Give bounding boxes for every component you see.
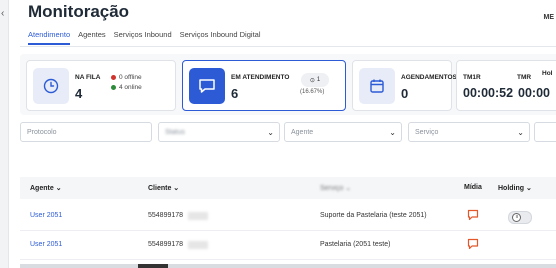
table-row[interactable]: User 2051 554899178 Pastelaria (2051 tes… (20, 231, 556, 260)
service-select[interactable]: Serviço ⌄ (408, 122, 530, 142)
media-column-header[interactable]: Mídia (464, 184, 482, 191)
in-service-value: 6 (231, 86, 239, 101)
filter-bar: Protocolo Status ⌄ Agente ⌄ Serviço ⌄ (20, 122, 556, 144)
service-name: Pastelaria (2051 teste) (320, 241, 391, 248)
table-header: Agente ⌄ Cliente ⌄ Serviço ⌄ Mídia Holdi… (20, 177, 556, 199)
agent-column-header[interactable]: Agente ⌄ (30, 184, 62, 192)
service-column-header[interactable]: Serviço ⌄ (320, 184, 351, 192)
clock-icon (33, 68, 69, 104)
tm1r-value: 00:00:52 (463, 86, 514, 100)
holding-percent: (16.67%) (300, 89, 325, 95)
holding-badge: ⊙ 1 (301, 73, 329, 87)
chat-icon[interactable] (467, 238, 479, 252)
protocol-input[interactable]: Protocolo (20, 122, 152, 142)
service-header-label: Serviço (320, 185, 344, 192)
page-title: Monitoração (28, 2, 130, 21)
tab-agentes[interactable]: Agentes (78, 30, 106, 45)
holding-toggle[interactable]: ॥ (508, 211, 532, 224)
tmr-label: TMR (517, 74, 532, 81)
scrollbar-thumb[interactable] (138, 264, 168, 268)
horizontal-scrollbar[interactable] (20, 264, 556, 268)
redacted-digits (188, 212, 208, 220)
redacted-digits (188, 241, 208, 249)
chevron-down-icon: ⌄ (55, 185, 62, 192)
collapse-sidebar-strip[interactable]: ‹ (0, 0, 9, 268)
pause-icon: ⊙ (309, 77, 315, 84)
holding-column-header[interactable]: Holding ⌄ (498, 184, 532, 192)
offline-status: 0 offline (111, 74, 142, 81)
online-dot-icon (111, 85, 116, 90)
queue-card[interactable]: NA FILA 4 0 offline 4 online (26, 60, 176, 111)
chevron-down-icon: ⌄ (389, 128, 396, 137)
chevron-down-icon: ⌄ (526, 185, 532, 192)
extra-filter-clipped[interactable] (534, 122, 556, 142)
holding-header-label: Holding (498, 185, 525, 192)
queue-value: 4 (75, 86, 83, 101)
clipped-holding-label: Hol (542, 70, 553, 77)
scheduled-label: AGENDAMENTOS (401, 74, 457, 81)
agent-header-label: Agente (30, 185, 54, 192)
agent-placeholder: Agente (291, 129, 314, 136)
status-select[interactable]: Status ⌄ (158, 122, 280, 142)
chevron-down-icon: ⌄ (345, 185, 352, 192)
offline-dot-icon (111, 75, 116, 80)
queue-label: NA FILA (75, 74, 101, 81)
chat-icon (189, 68, 225, 104)
tmr-value: 00:00 (518, 86, 550, 100)
chevron-left-icon[interactable]: ‹ (1, 8, 4, 19)
table-row[interactable]: User 2051 554899178 Suporte da Pastelari… (20, 202, 556, 231)
client-column-header[interactable]: Cliente ⌄ (148, 184, 179, 192)
tab-atendimento[interactable]: Atendimento (28, 30, 71, 45)
service-name: Suporte da Pastelaria (teste 2051) (320, 212, 427, 219)
in-service-label: EM ATENDIMENTO (231, 74, 290, 81)
pause-icon: ॥ (512, 213, 521, 222)
chevron-down-icon: ⌄ (267, 128, 274, 137)
agent-select[interactable]: Agente ⌄ (284, 122, 402, 142)
calendar-icon (359, 68, 395, 104)
tab-bar: Atendimento Agentes Serviços Inbound Ser… (28, 30, 261, 45)
tab-divider (20, 46, 556, 47)
agent-link[interactable]: User 2051 (30, 241, 62, 248)
times-card[interactable]: TM1R TMR 00:00:52 00:00 (456, 60, 556, 111)
chevron-down-icon: ⌄ (517, 128, 524, 137)
summary-cards: NA FILA 4 0 offline 4 online EM ATENDIME… (20, 54, 556, 115)
in-service-card[interactable]: EM ATENDIMENTO 6 ⊙ 1 (16.67%) (182, 60, 346, 111)
online-count: 4 online (119, 84, 142, 91)
offline-count: 0 offline (119, 74, 142, 81)
scheduled-card[interactable]: AGENDAMENTOS 0 (352, 60, 457, 111)
chevron-down-icon: ⌄ (173, 185, 180, 192)
holding-badge-count: 1 (316, 77, 321, 83)
tab-servicos-inbound[interactable]: Serviços Inbound (114, 30, 172, 45)
status-placeholder: Status (165, 129, 185, 136)
scheduled-value: 0 (401, 86, 409, 101)
client-phone: 554899178 (148, 241, 184, 248)
online-status: 4 online (111, 84, 142, 91)
agent-link[interactable]: User 2051 (30, 212, 62, 219)
service-placeholder: Serviço (415, 129, 439, 136)
tm1r-label: TM1R (463, 74, 481, 81)
clipped-header-text: ME (543, 14, 555, 21)
tab-servicos-inbound-digital[interactable]: Serviços Inbound Digital (180, 30, 261, 45)
chat-icon[interactable] (467, 209, 479, 223)
client-header-label: Cliente (148, 185, 172, 192)
client-phone: 554899178 (148, 212, 184, 219)
